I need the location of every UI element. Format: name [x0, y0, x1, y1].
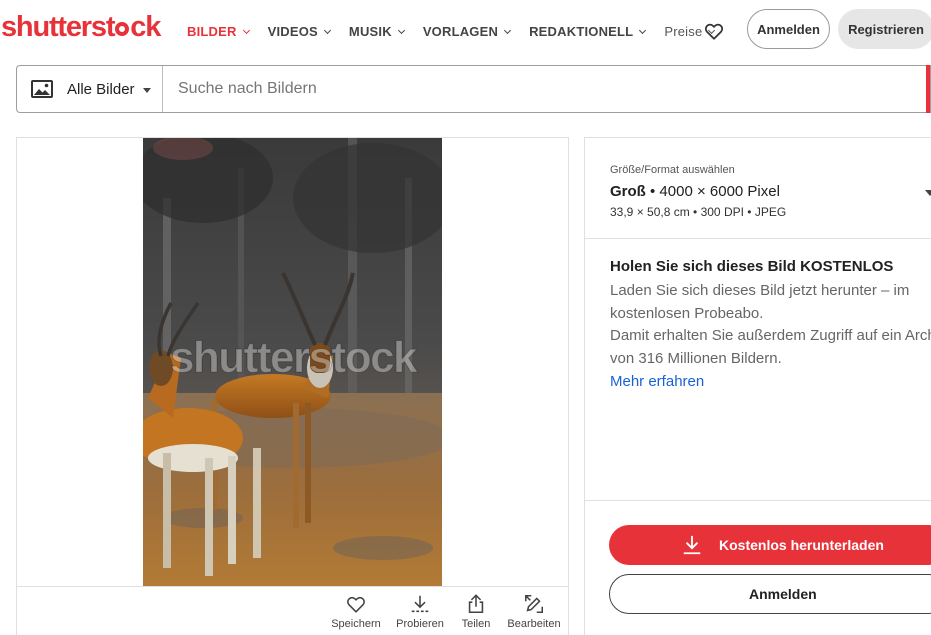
nav-item-label: VORLAGEN: [422, 24, 499, 39]
purchase-panel: Größe/Format auswählen Groß • 4000 × 600…: [584, 137, 931, 635]
save-label: Speichern: [331, 618, 381, 630]
login-panel-button[interactable]: Anmelden: [609, 574, 931, 614]
share-label: Teilen: [461, 618, 491, 630]
try-download-button[interactable]: Probieren: [390, 593, 450, 630]
nav-item-redaktionell[interactable]: REDAKTIONELL: [529, 22, 647, 42]
image-preview-panel: shutterstock Speichern Probieren Teilen …: [16, 137, 569, 635]
offer-title: Holen Sie sich dieses Bild KOSTENLOS: [610, 258, 894, 275]
image-actions-bar: Speichern Probieren Teilen Bearbeiten: [17, 586, 568, 635]
size-format-select[interactable]: Größe/Format auswählen Groß • 4000 × 600…: [585, 138, 931, 239]
chevron-down-icon: [504, 26, 512, 34]
search-input[interactable]: [178, 80, 778, 98]
heart-icon: [347, 596, 365, 613]
nav-item-label: BILDER: [187, 24, 237, 39]
save-button[interactable]: Speichern: [326, 593, 386, 630]
favorites-heart-icon[interactable]: [703, 20, 725, 42]
antelope-photo: shutterstock: [143, 138, 442, 586]
free-offer: Holen Sie sich dieses Bild KOSTENLOS Lad…: [610, 258, 931, 394]
chevron-down-icon: [242, 26, 250, 34]
search-submit-edge[interactable]: [926, 65, 930, 113]
watermark-text: shutterstock: [170, 333, 418, 382]
login-button[interactable]: Anmelden: [747, 9, 830, 49]
search-category-label: Alle Bilder: [67, 80, 135, 98]
logo-text-part2: ck: [130, 11, 161, 43]
free-download-label: Kostenlos herunterladen: [719, 537, 884, 553]
download-icon: [411, 595, 429, 613]
edit-icon: [524, 594, 544, 614]
caret-down-icon: [142, 87, 151, 93]
chevron-down-icon: [397, 26, 405, 34]
offer-text-line: Laden Sie sich dieses Bild jetzt herunte…: [610, 282, 910, 299]
nav-item-label: Preise: [664, 24, 703, 39]
nav-item-label: REDAKTIONELL: [529, 24, 634, 39]
offer-text-line: Damit erhalten Sie außerdem Zugriff auf …: [610, 327, 931, 344]
shutterstock-logo[interactable]: shutterst ck: [1, 11, 161, 43]
logo-text-part1: shutterst: [1, 11, 115, 43]
image-icon: [31, 80, 53, 98]
size-name: Groß: [610, 183, 646, 200]
try-label: Probieren: [396, 618, 444, 630]
cta-section: Kostenlos herunterladen Anmelden: [585, 500, 931, 635]
chevron-down-icon: [323, 26, 331, 34]
edit-label: Bearbeiten: [507, 618, 561, 630]
search-category-dropdown[interactable]: Alle Bilder: [17, 66, 163, 112]
search-bar: Alle Bilder: [16, 65, 931, 113]
free-download-button[interactable]: Kostenlos herunterladen: [609, 525, 931, 565]
nav-item-label: VIDEOS: [267, 24, 318, 39]
size-meta: 33,9 × 50,8 cm • 300 DPI • JPEG: [610, 205, 787, 219]
nav-item-bilder[interactable]: BILDER: [187, 22, 250, 42]
offer-text-line: von 316 Millionen Bildern.: [610, 349, 782, 367]
download-icon: [683, 535, 701, 555]
edit-button[interactable]: Bearbeiten: [504, 593, 564, 630]
nav-item-vorlagen[interactable]: VORLAGEN: [422, 22, 512, 42]
learn-more-link[interactable]: Mehr erfahren: [610, 371, 931, 394]
share-button[interactable]: Teilen: [446, 593, 506, 630]
preview-image: shutterstock: [143, 138, 442, 586]
size-dimensions: • 4000 × 6000 Pixel: [645, 183, 780, 200]
caret-down-icon: [925, 190, 931, 196]
nav-item-videos[interactable]: VIDEOS: [267, 22, 331, 42]
register-button[interactable]: Registrieren: [838, 9, 931, 49]
size-select-value: Groß • 4000 × 6000 Pixel: [610, 183, 780, 200]
offer-text-line: kostenlosen Probeabo.: [610, 304, 764, 322]
nav-item-musik[interactable]: MUSIK: [348, 22, 405, 42]
top-navigation: shutterst ck BILDER VIDEOS MUSIK VORLAGEN…: [0, 0, 931, 62]
main-menu: BILDER VIDEOS MUSIK VORLAGEN REDAKTIONEL…: [187, 22, 733, 42]
logo-o-ring: [115, 22, 130, 36]
share-icon: [468, 594, 484, 614]
nav-item-label: MUSIK: [348, 24, 392, 39]
chevron-down-icon: [639, 26, 647, 34]
size-select-label: Größe/Format auswählen: [610, 164, 735, 176]
